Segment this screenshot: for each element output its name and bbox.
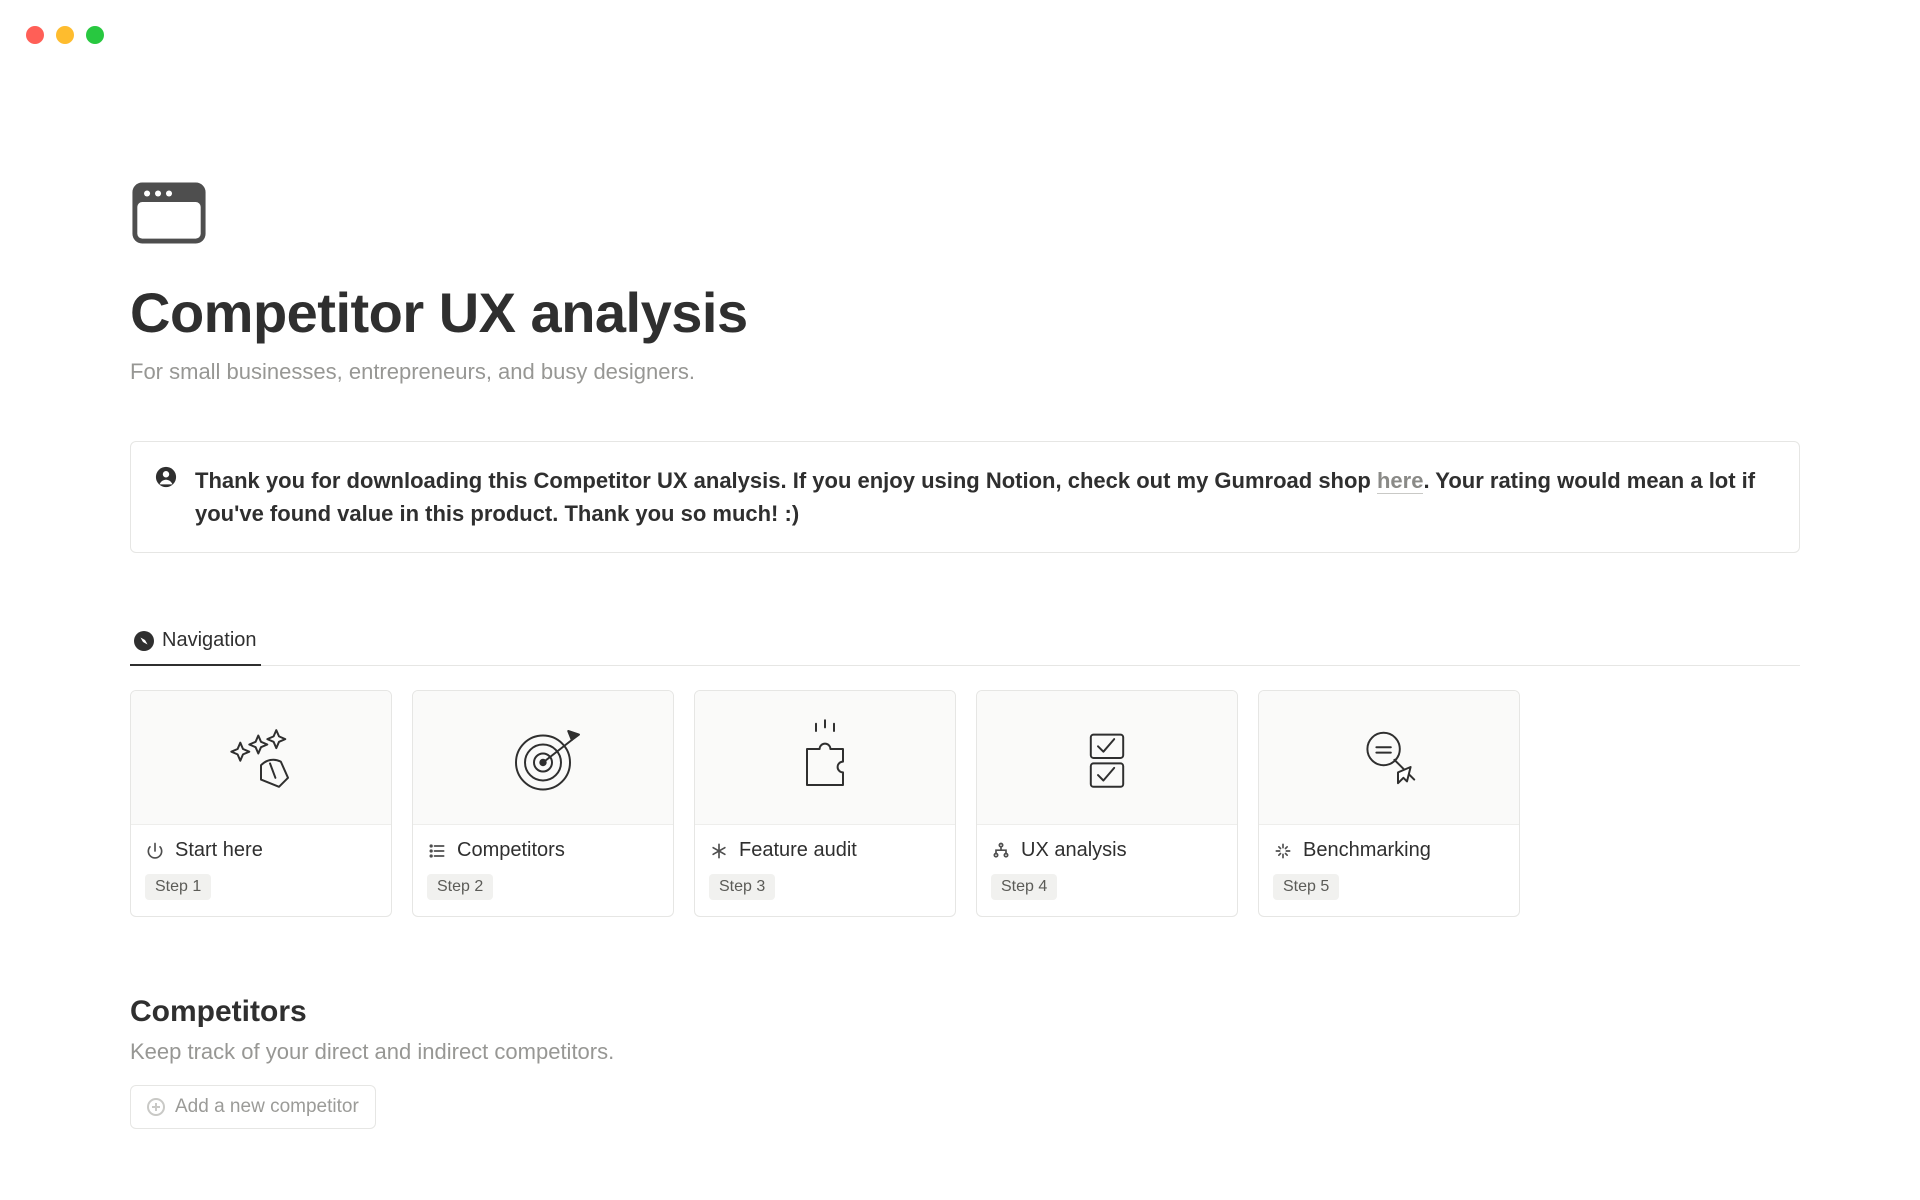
card-label: Start here [175,839,263,862]
window-traffic-lights [26,26,104,44]
target-icon [498,713,588,803]
callout-text: Thank you for downloading this Competito… [195,464,1775,530]
checklist-icon [1062,713,1152,803]
nav-card-ux-analysis[interactable]: UX analysis Step 4 [976,690,1238,917]
close-window-dot[interactable] [26,26,44,44]
power-icon [145,841,165,861]
nav-card-benchmarking[interactable]: Benchmarking Step 5 [1258,690,1520,917]
stars-hand-icon [216,713,306,803]
card-label: Feature audit [739,839,857,862]
nav-card-start-here[interactable]: Start here Step 1 [130,690,392,917]
add-competitor-label: Add a new competitor [175,1096,359,1118]
nav-card-competitors[interactable]: Competitors Step 2 [412,690,674,917]
card-cover [695,691,955,825]
card-label: UX analysis [1021,839,1127,862]
step-chip: Step 1 [145,874,211,900]
tab-label: Navigation [162,629,257,652]
page-icon-browser-window-icon [130,180,208,246]
card-cover [977,691,1237,825]
list-icon [427,841,447,861]
sitemap-icon [991,841,1011,861]
competitors-subheading: Keep track of your direct and indirect c… [130,1039,1800,1065]
view-tabs: Navigation [130,619,1800,666]
maximize-window-dot[interactable] [86,26,104,44]
minimize-window-dot[interactable] [56,26,74,44]
callout-prefix: Thank you for downloading this Competito… [195,468,1377,493]
card-label: Competitors [457,839,565,862]
magnify-click-icon [1344,713,1434,803]
sparkle-icon [1273,841,1293,861]
step-chip: Step 2 [427,874,493,900]
gumroad-link[interactable]: here [1377,468,1423,494]
card-cover [413,691,673,825]
card-label: Benchmarking [1303,839,1431,862]
puzzle-icon [780,713,870,803]
page-title: Competitor UX analysis [130,280,1800,345]
card-cover [131,691,391,825]
asterisk-icon [709,841,729,861]
navigation-cards: Start here Step 1 [130,690,1800,917]
page-subtitle: For small businesses, entrepreneurs, and… [130,359,1800,385]
step-chip: Step 4 [991,874,1057,900]
tab-navigation[interactable]: Navigation [130,619,261,666]
add-person-icon [147,1098,165,1116]
callout-avatar-icon [155,466,177,492]
card-cover [1259,691,1519,825]
thank-you-callout: Thank you for downloading this Competito… [130,441,1800,553]
step-chip: Step 5 [1273,874,1339,900]
competitors-heading: Competitors [130,995,1800,1029]
nav-card-feature-audit[interactable]: Feature audit Step 3 [694,690,956,917]
compass-icon [134,631,154,651]
step-chip: Step 3 [709,874,775,900]
add-competitor-button[interactable]: Add a new competitor [130,1085,376,1129]
